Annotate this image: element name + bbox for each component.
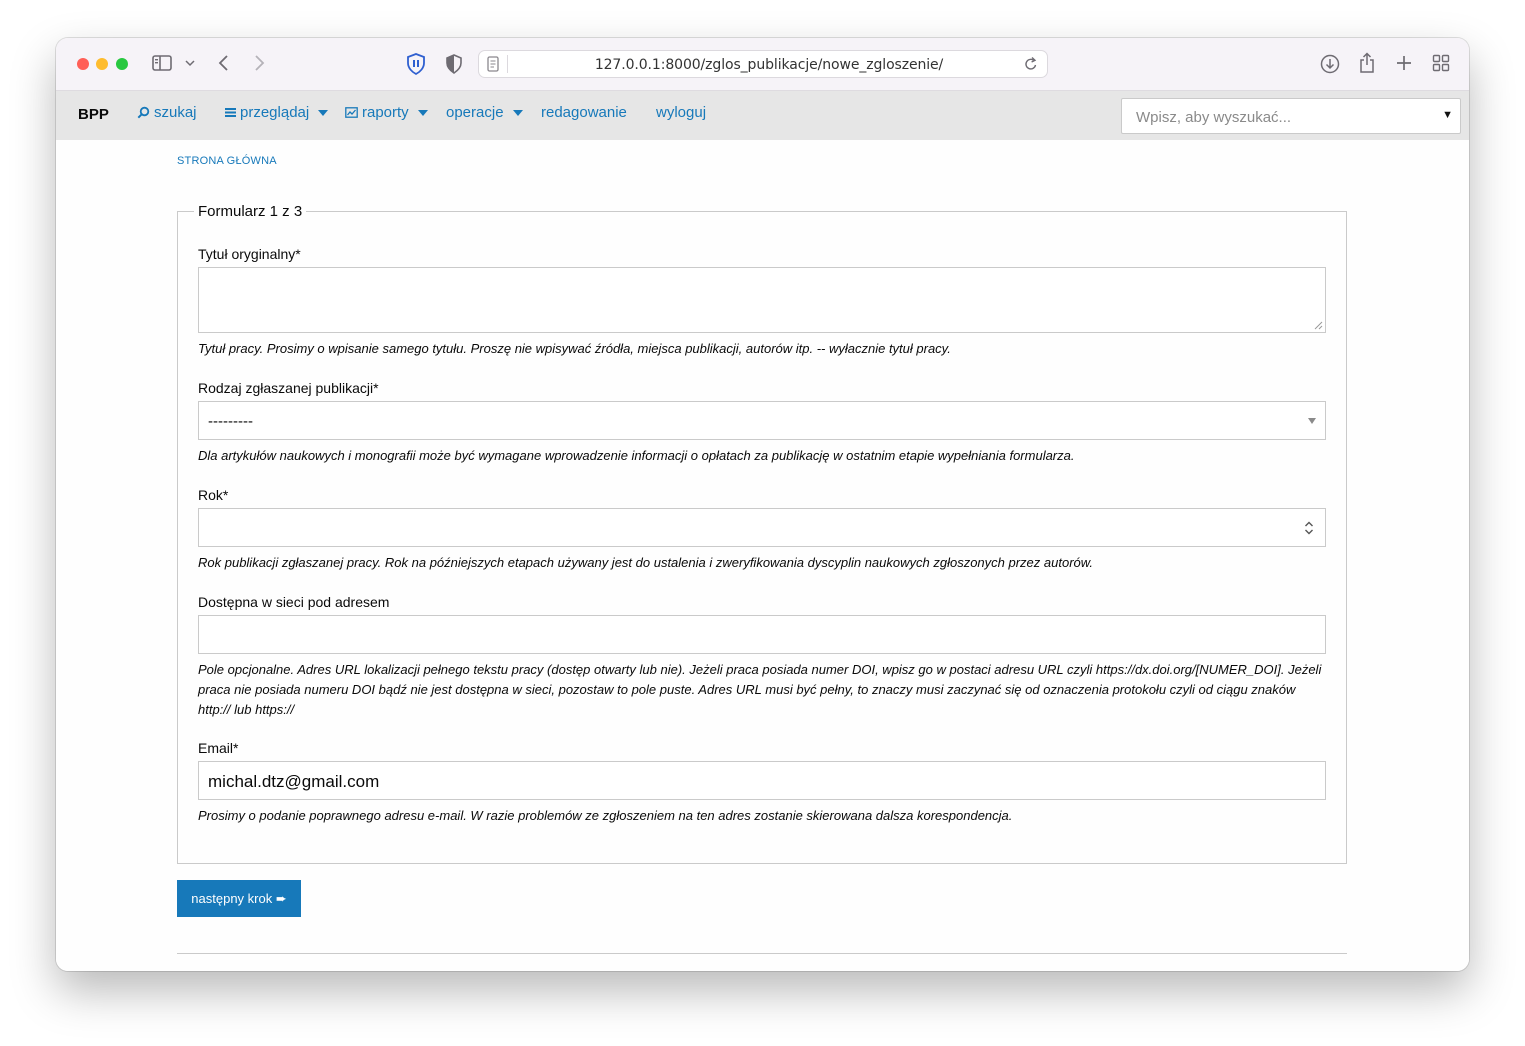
url-help: Pole opcjonalne. Adres URL lokalizacji p… — [198, 662, 1322, 717]
share-icon[interactable] — [1358, 52, 1376, 74]
title-help: Tytuł pracy. Prosimy o wpisanie samego t… — [198, 341, 951, 356]
list-icon — [225, 108, 236, 117]
nav-search-label: szukaj — [154, 104, 197, 121]
dropdown-caret-icon — [512, 109, 523, 116]
nav-operations[interactable]: operacje — [446, 104, 523, 121]
select-arrow-icon: ▼ — [1442, 109, 1453, 121]
nav-editing-label: redagowanie — [541, 104, 627, 121]
type-help: Dla artykułów naukowych i monografii moż… — [198, 448, 1075, 463]
year-help: Rok publikacji zgłaszanej pracy. Rok na … — [198, 555, 1094, 570]
dropdown-caret-icon — [417, 109, 428, 116]
select-arrow-icon — [1308, 418, 1316, 424]
forward-icon[interactable] — [252, 54, 266, 72]
url-text[interactable]: 127.0.0.1:8000/zglos_publikacje/nowe_zgl… — [531, 57, 1007, 73]
nav-browse-label: przeglądaj — [240, 104, 310, 121]
url-label: Dostępna w sieci pod adresem — [198, 594, 390, 610]
page-content: STRONA GŁÓWNA Formularz 1 z 3 Tytuł oryg… — [56, 140, 1469, 971]
site-navbar: BPP szukaj przeglądaj raporty operacje r… — [56, 91, 1469, 140]
year-label: Rok* — [198, 487, 229, 503]
chevron-down-icon[interactable] — [185, 59, 195, 67]
zoom-window-button[interactable] — [116, 58, 128, 70]
global-search-select[interactable]: Wpisz, aby wyszukać... ▼ — [1121, 98, 1461, 134]
type-select[interactable]: --------- — [198, 401, 1326, 440]
nav-reports[interactable]: raporty — [345, 104, 428, 121]
close-window-button[interactable] — [77, 58, 89, 70]
new-tab-icon[interactable] — [1395, 54, 1413, 72]
url-input[interactable] — [198, 615, 1326, 654]
reload-icon[interactable] — [1024, 56, 1038, 72]
email-label: Email* — [198, 740, 239, 756]
downloads-icon[interactable] — [1320, 54, 1340, 74]
back-icon[interactable] — [217, 54, 231, 72]
nav-search[interactable]: szukaj — [137, 104, 197, 121]
page-info-icon[interactable] — [486, 56, 500, 72]
nav-operations-label: operacje — [446, 104, 504, 121]
brand-logo[interactable]: BPP — [78, 106, 109, 123]
global-search-placeholder: Wpisz, aby wyszukać... — [1136, 109, 1292, 126]
password-manager-shield-icon[interactable] — [406, 53, 426, 75]
nav-browse[interactable]: przeglądaj — [225, 104, 329, 121]
address-bar-divider — [507, 55, 508, 73]
form-legend: Formularz 1 z 3 — [198, 203, 303, 220]
type-label: Rodzaj zgłaszanej publikacji* — [198, 380, 379, 396]
type-selected: --------- — [208, 413, 253, 430]
privacy-shield-icon[interactable] — [445, 54, 463, 74]
divider — [177, 953, 1347, 954]
browser-window: 127.0.0.1:8000/zglos_publikacje/nowe_zgl… — [56, 38, 1469, 971]
next-step-button[interactable]: następny krok ➨ — [177, 880, 301, 917]
search-icon — [137, 106, 150, 119]
dropdown-caret-icon — [318, 109, 329, 116]
resize-grip-icon[interactable] — [1314, 321, 1323, 330]
browser-toolbar: 127.0.0.1:8000/zglos_publikacje/nowe_zgl… — [56, 38, 1469, 91]
nav-logout-label: wyloguj — [656, 104, 707, 121]
nav-logout[interactable]: wyloguj — [656, 104, 706, 121]
email-value: michal.dtz@gmail.com — [208, 772, 380, 791]
minimize-window-button[interactable] — [96, 58, 108, 70]
nav-editing[interactable]: redagowanie — [541, 104, 627, 121]
number-spinner-icon[interactable] — [1302, 519, 1316, 537]
breadcrumb-home-link[interactable]: STRONA GŁÓWNA — [177, 155, 277, 167]
email-input[interactable]: michal.dtz@gmail.com — [198, 761, 1326, 800]
address-bar[interactable]: 127.0.0.1:8000/zglos_publikacje/nowe_zgl… — [478, 50, 1048, 78]
title-textarea[interactable] — [198, 267, 1326, 333]
title-label: Tytuł oryginalny* — [198, 246, 301, 262]
tab-overview-icon[interactable] — [1432, 54, 1450, 72]
nav-reports-label: raporty — [362, 104, 409, 121]
email-help: Prosimy o podanie poprawnego adresu e-ma… — [198, 808, 1013, 823]
chart-icon — [345, 107, 358, 118]
year-input[interactable] — [198, 508, 1326, 547]
sidebar-toggle-icon[interactable] — [152, 54, 174, 72]
